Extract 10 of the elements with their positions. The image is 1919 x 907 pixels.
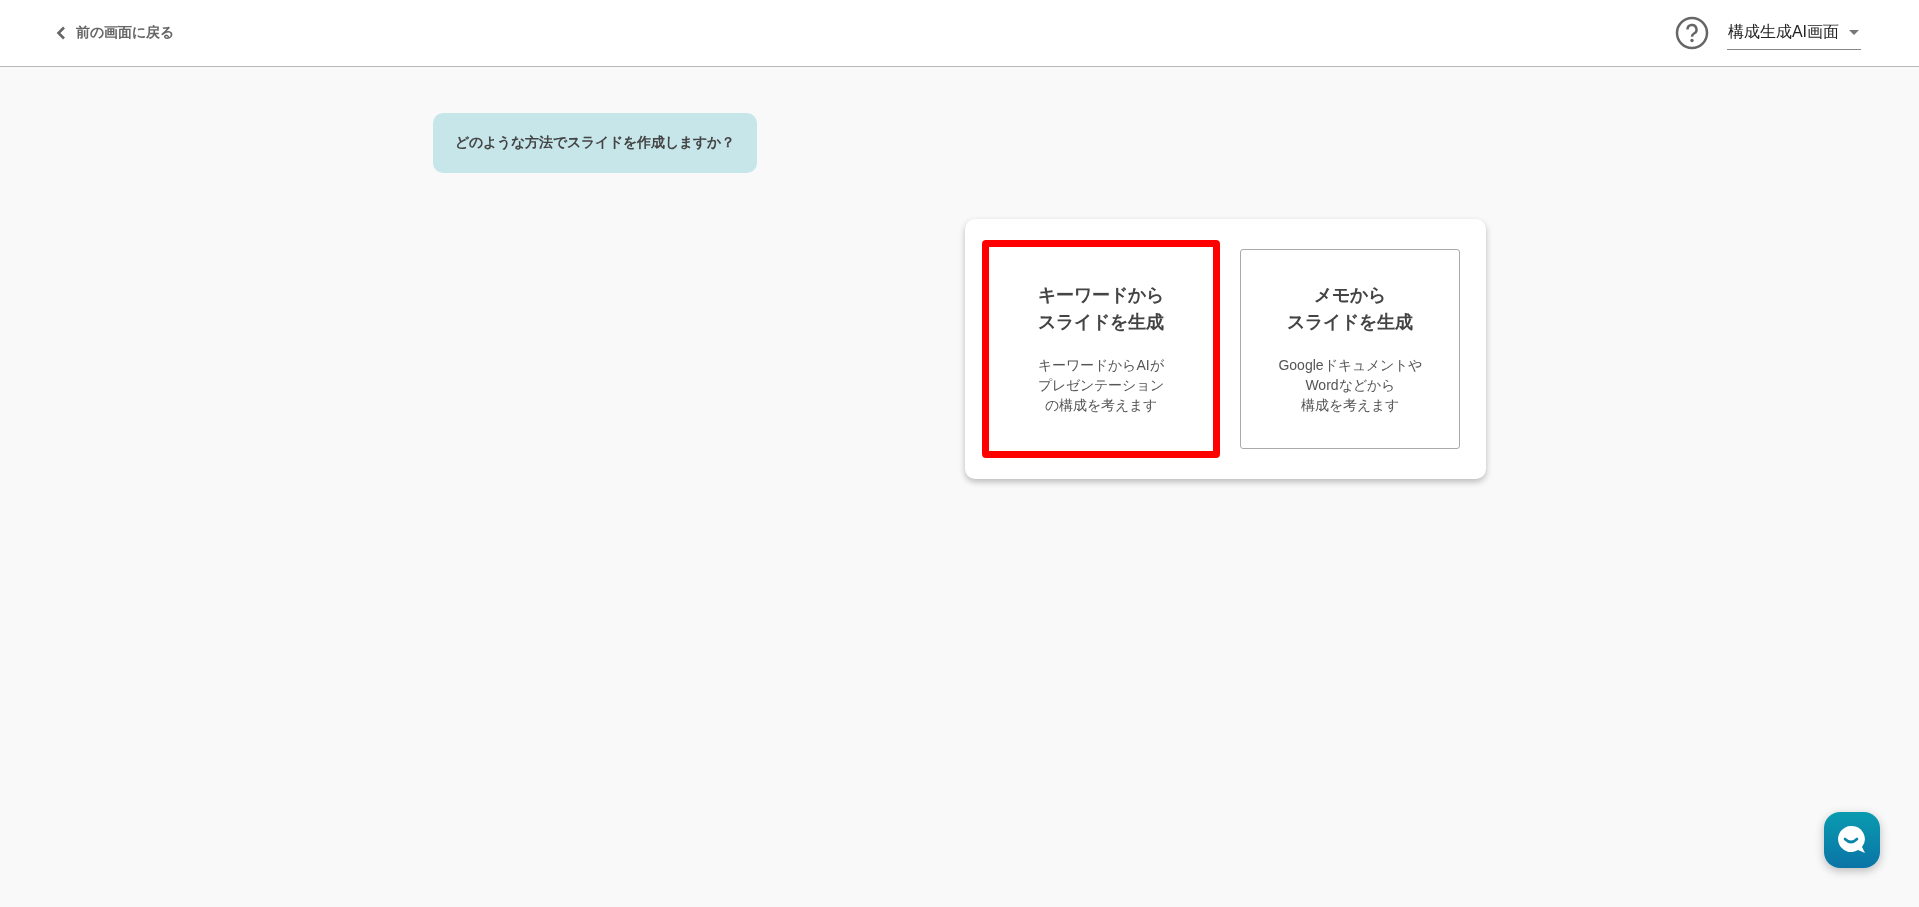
option-card[interactable]: メモから スライドを生成 Googleドキュメントや Wordなどから 構成を考えます: [1240, 249, 1460, 449]
chevron-left-icon: [56, 26, 66, 40]
chat-button[interactable]: [1824, 812, 1880, 868]
back-link[interactable]: 前の画面に戻る: [56, 24, 174, 42]
question-bubble: どのような方法でスライドを作成しますか？: [433, 113, 757, 173]
help-icon[interactable]: [1674, 16, 1709, 50]
chat-bubble-icon: [1836, 825, 1868, 855]
mode-select[interactable]: 構成生成AI画面: [1726, 16, 1861, 50]
dropdown-caret-icon: [1849, 29, 1859, 36]
option-card[interactable]: キーワードから スライドを生成 キーワードからAIが プレゼンテーション の構成を考えます: [982, 240, 1220, 458]
